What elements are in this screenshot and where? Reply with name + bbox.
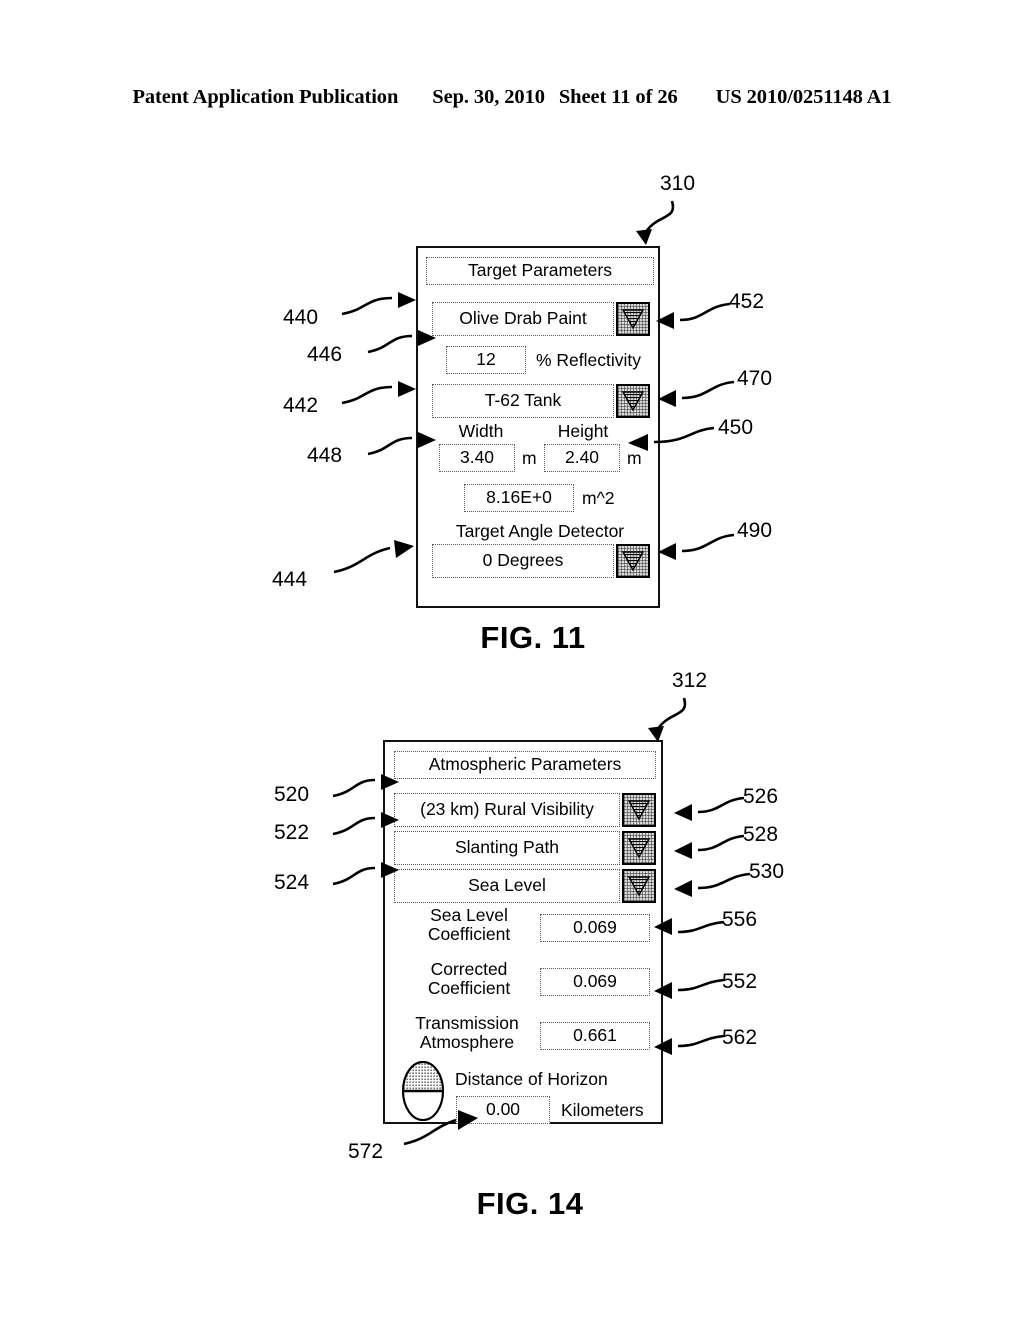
publication-title: Patent Application Publication	[132, 86, 399, 108]
reference-numeral-524: 524	[274, 871, 310, 894]
altitude-combo[interactable]: Sea Level	[394, 869, 656, 903]
reference-numeral-442: 442	[283, 394, 319, 417]
target-angle-value[interactable]: 0 Degrees	[432, 544, 614, 578]
triangle-down-icon[interactable]	[622, 793, 656, 827]
reference-numeral-448: 448	[307, 444, 343, 467]
leader-line-528	[674, 834, 745, 859]
visibility-value[interactable]: (23 km) Rural Visibility	[394, 793, 620, 827]
leader-line-448	[367, 432, 436, 456]
leader-line-556	[654, 918, 725, 935]
paint-material-combo[interactable]: Olive Drab Paint	[432, 302, 650, 336]
reference-numeral-490: 490	[737, 519, 773, 542]
leader-line-470	[658, 380, 735, 407]
publication-header: Patent Application Publication Sep. 30, 2…	[0, 86, 1024, 109]
leader-line-452	[656, 302, 731, 329]
reference-numeral-520: 520	[274, 783, 310, 806]
corrected-coefficient-label: Corrected Coefficient	[427, 959, 511, 998]
triangle-down-icon[interactable]	[622, 831, 656, 865]
leader-line-520	[332, 774, 399, 798]
width-label: Width	[458, 421, 504, 441]
leader-line-526	[674, 796, 745, 821]
panel-title-atmospheric-parameters: Atmospheric Parameters	[394, 751, 656, 779]
atmospheric-parameters-panel: Atmospheric Parameters (23 km) Rural Vis…	[383, 740, 663, 1124]
target-type-value[interactable]: T-62 Tank	[432, 384, 614, 418]
corrected-coefficient-field[interactable]: 0.069	[540, 968, 650, 996]
paint-material-value[interactable]: Olive Drab Paint	[432, 302, 614, 336]
panel-title-target-parameters: Target Parameters	[426, 257, 654, 285]
sheet-number: Sheet 11 of 26	[558, 86, 678, 108]
leader-line-522	[332, 812, 399, 836]
leader-line-442	[341, 381, 416, 405]
altitude-value[interactable]: Sea Level	[394, 869, 620, 903]
reference-numeral-572: 572	[348, 1140, 384, 1163]
reference-numeral-470: 470	[737, 367, 773, 390]
path-value[interactable]: Slanting Path	[394, 831, 620, 865]
leader-line-530	[674, 872, 751, 897]
reference-numeral-444: 444	[272, 568, 308, 591]
leader-line-524	[332, 862, 399, 886]
patent-number: US 2010/0251148 A1	[715, 86, 892, 108]
reference-numeral-522: 522	[274, 821, 310, 844]
leader-line-440	[341, 292, 416, 316]
triangle-down-icon[interactable]	[622, 869, 656, 903]
leader-line-450	[628, 426, 715, 451]
path-combo[interactable]: Slanting Path	[394, 831, 656, 865]
reference-numeral-450: 450	[718, 416, 754, 439]
area-value-field[interactable]: 8.16E+0	[464, 484, 574, 512]
width-unit-label: m	[522, 448, 537, 468]
distance-of-horizon-unit-label: Kilometers	[561, 1100, 644, 1120]
target-type-combo[interactable]: T-62 Tank	[432, 384, 650, 418]
reflectivity-label: % Reflectivity	[536, 350, 642, 370]
sea-level-coefficient-label: Sea Level Coefficient	[427, 905, 511, 944]
target-angle-detector-label: Target Angle Detector	[455, 521, 625, 541]
width-value-field[interactable]: 3.40	[439, 444, 515, 472]
leader-line-444	[333, 540, 414, 574]
transmission-atmosphere-label: Transmission Atmosphere	[415, 1013, 519, 1052]
distance-of-horizon-label: Distance of Horizon	[455, 1069, 608, 1089]
figure-caption-11: FIG. 11	[480, 620, 586, 655]
reflectivity-value-field[interactable]: 12	[446, 346, 526, 374]
visibility-combo[interactable]: (23 km) Rural Visibility	[394, 793, 656, 827]
leader-line-446	[367, 330, 436, 354]
leader-line-572	[403, 1110, 478, 1146]
sea-level-coefficient-field[interactable]: 0.069	[540, 914, 650, 942]
target-angle-combo[interactable]: 0 Degrees	[432, 544, 650, 578]
transmission-atmosphere-field[interactable]: 0.661	[540, 1022, 650, 1050]
publication-date: Sep. 30, 2010	[432, 86, 545, 108]
leader-line-552	[654, 978, 725, 999]
height-value-field[interactable]: 2.40	[544, 444, 620, 472]
figure-caption-14: FIG. 14	[476, 1186, 584, 1221]
reference-numeral-446: 446	[307, 343, 343, 366]
leader-line-562	[654, 1034, 725, 1055]
area-unit-label: m^2	[582, 488, 615, 508]
reference-numeral-312: 312	[672, 669, 708, 692]
reference-numeral-310: 310	[660, 172, 696, 195]
leader-line-490	[658, 533, 735, 560]
reference-numeral-440: 440	[283, 306, 319, 329]
